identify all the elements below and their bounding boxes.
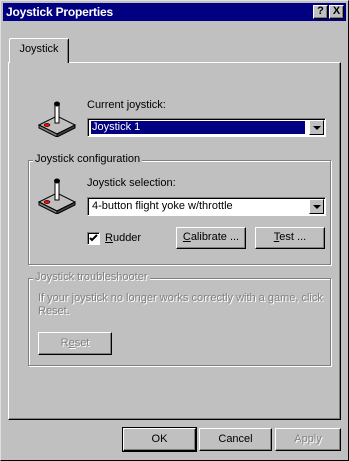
- joystick-troubleshooter-label: Joystick troubleshooter: [33, 271, 150, 283]
- joystick-icon: [37, 178, 77, 214]
- close-button[interactable]: X: [329, 5, 344, 19]
- tab-label: Joystick: [19, 43, 59, 55]
- current-joystick-select[interactable]: Joystick 1: [87, 118, 326, 137]
- joystick-configuration-label: Joystick configuration: [33, 153, 143, 165]
- test-button[interactable]: Test ...: [255, 227, 325, 249]
- reset-button[interactable]: Reset: [38, 332, 112, 355]
- chevron-down-icon[interactable]: [309, 120, 324, 135]
- joystick-selection-select[interactable]: 4-button flight yoke w/throttle: [87, 197, 326, 216]
- joystick-selection-label: Joystick selection:: [87, 177, 176, 189]
- joystick-selection-value: 4-button flight yoke w/throttle: [92, 200, 233, 212]
- apply-button[interactable]: Apply: [275, 428, 341, 451]
- current-joystick-label: Current joystick:: [87, 99, 166, 111]
- title-bar: Joystick Properties ? X: [3, 3, 346, 21]
- help-button[interactable]: ?: [313, 5, 328, 19]
- tab-joystick[interactable]: Joystick: [9, 38, 69, 63]
- joystick-properties-window: Joystick Properties ? X Joystick Current…: [0, 0, 349, 461]
- checkmark-icon: [89, 234, 98, 242]
- rudder-label: Rudder: [105, 232, 142, 244]
- current-joystick-value: Joystick 1: [91, 121, 305, 134]
- cancel-button[interactable]: Cancel: [199, 428, 272, 451]
- chevron-down-icon[interactable]: [309, 199, 324, 214]
- rudder-checkbox[interactable]: [87, 232, 100, 245]
- joystick-icon: [37, 101, 77, 137]
- window-title: Joystick Properties: [6, 5, 113, 19]
- calibrate-button[interactable]: Calibrate ...: [176, 227, 246, 249]
- ok-button[interactable]: OK: [122, 427, 197, 452]
- troubleshooter-text: If your joystick no longer works correct…: [38, 292, 323, 317]
